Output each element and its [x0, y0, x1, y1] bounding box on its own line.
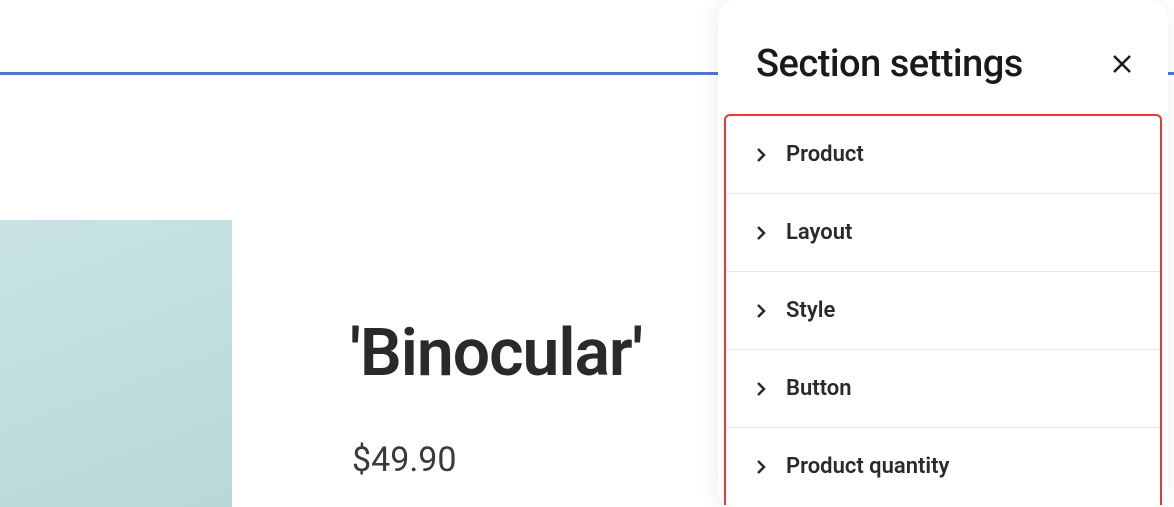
chevron-right-icon: [756, 225, 766, 241]
panel-header: Section settings: [718, 0, 1168, 114]
product-image: [0, 220, 232, 507]
settings-item-label: Layout: [786, 220, 852, 245]
settings-list: Product Layout Style Button Product quan…: [724, 114, 1162, 505]
chevron-right-icon: [756, 459, 766, 475]
settings-item-label: Product: [786, 142, 864, 167]
product-price: $49.90: [352, 440, 457, 480]
settings-item-product-quantity[interactable]: Product quantity: [726, 428, 1160, 505]
settings-panel: Section settings Product Layout Style: [718, 0, 1168, 507]
close-icon[interactable]: [1112, 54, 1132, 74]
settings-item-label: Product quantity: [786, 454, 949, 479]
settings-item-label: Style: [786, 298, 835, 323]
settings-item-style[interactable]: Style: [726, 272, 1160, 350]
settings-item-layout[interactable]: Layout: [726, 194, 1160, 272]
chevron-right-icon: [756, 303, 766, 319]
settings-item-button[interactable]: Button: [726, 350, 1160, 428]
chevron-right-icon: [756, 147, 766, 163]
panel-title: Section settings: [756, 42, 1023, 86]
settings-item-label: Button: [786, 376, 852, 401]
product-title: 'Binocular': [350, 315, 642, 392]
chevron-right-icon: [756, 381, 766, 397]
settings-item-product[interactable]: Product: [726, 116, 1160, 194]
